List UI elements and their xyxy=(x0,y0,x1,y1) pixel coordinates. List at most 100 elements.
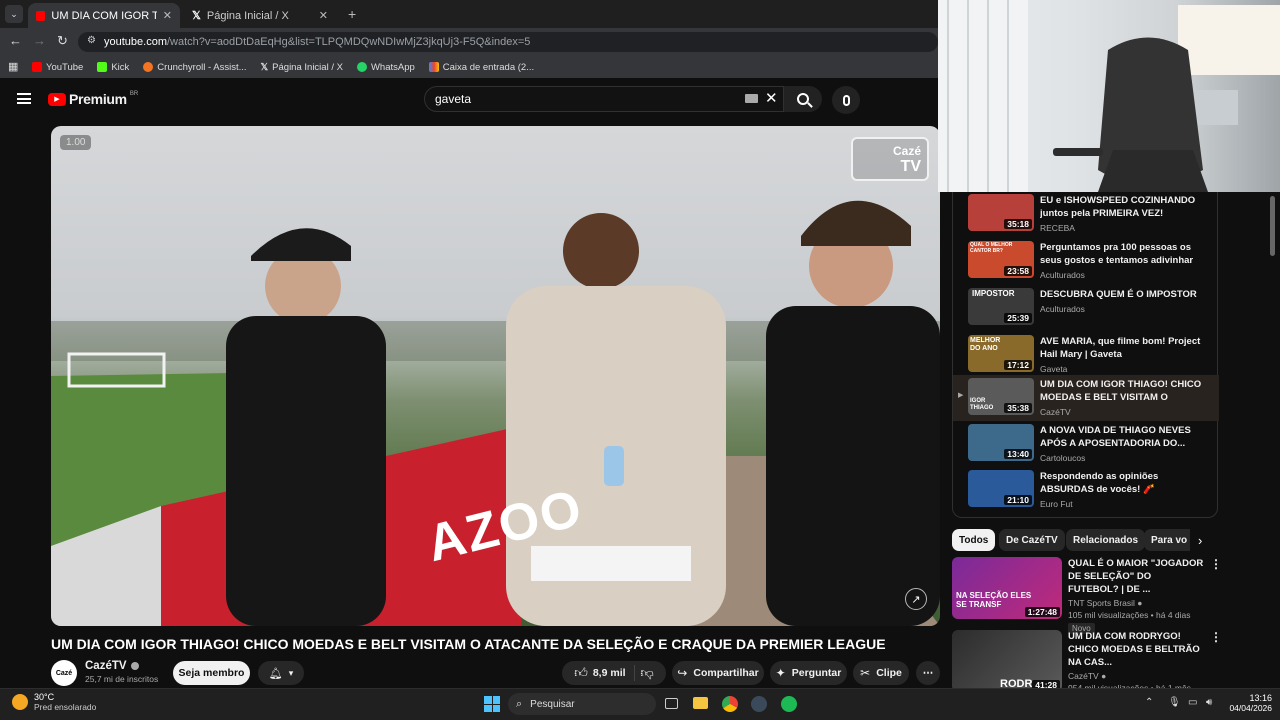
search-input[interactable]: gaveta ✕ xyxy=(424,86,784,112)
file-explorer-icon[interactable] xyxy=(693,697,708,709)
thumbnail-text: IGOR THIAGO xyxy=(970,398,994,411)
verified-icon: ● xyxy=(1137,598,1143,608)
close-tab-icon[interactable]: ✕ xyxy=(163,9,172,22)
duration-badge: 17:12 xyxy=(1004,360,1032,370)
bookmark-label: Crunchyroll - Assist... xyxy=(157,61,247,73)
bookmark-label: Página Inicial / X xyxy=(272,61,343,73)
recommendation-meta: 105 mil visualizações • há 4 dias xyxy=(1068,610,1191,620)
playlist-item[interactable]: IMPOSTOR 25:39 DESCUBRA QUEM É O IMPOSTOR… xyxy=(953,288,1219,334)
search-icon: ⌕ xyxy=(516,697,523,710)
address-bar[interactable]: ⚙ youtube.com /watch?v=aodDtDaEqHg&list=… xyxy=(78,32,938,52)
duration-badge: 23:58 xyxy=(1004,266,1032,276)
share-button[interactable]: ↪ Compartilhar xyxy=(672,661,764,685)
logo-text: Premium xyxy=(69,91,127,107)
chip-label: Relacionados xyxy=(1073,534,1139,546)
weather-text: Pred ensolarado xyxy=(34,702,97,712)
spotify-icon[interactable] xyxy=(781,696,797,712)
keyboard-icon[interactable] xyxy=(745,94,758,103)
thumbnail-text: IMPOSTOR xyxy=(972,289,1015,298)
youtube-logo[interactable]: ▶ Premium BR xyxy=(48,91,138,107)
windows-start-icon[interactable] xyxy=(484,696,500,712)
playlist-item-current[interactable]: ▶ IGOR THIAGO 35:38 UM DIA COM IGOR THIAG… xyxy=(953,375,1219,421)
bookmark-gmail[interactable]: Caixa de entrada (2... xyxy=(428,62,534,73)
expand-icon[interactable]: ↗ xyxy=(905,588,927,610)
tab-youtube[interactable]: UM DIA COM IGOR THIAGO! C ✕ xyxy=(28,3,180,28)
playlist-item[interactable]: 13:40 A NOVA VIDA DE THIAGO NEVES APÓS A… xyxy=(953,424,1219,470)
chevron-right-icon[interactable]: › xyxy=(1198,533,1202,548)
bookmark-crunchyroll[interactable]: Crunchyroll - Assist... xyxy=(143,61,247,73)
thumbs-down-icon[interactable]: 👎︎ xyxy=(641,665,654,681)
thumbnail-text: NA SELEÇÃO ELES SE TRANSF xyxy=(956,591,1032,609)
thumbnail-text: MELHOR DO ANO xyxy=(970,337,1001,352)
chrome-icon[interactable] xyxy=(722,696,738,712)
weather-widget[interactable]: 30°C Pred ensolarado xyxy=(12,692,96,712)
more-actions-button[interactable]: ⋯ xyxy=(916,661,940,685)
bookmark-youtube[interactable]: YouTube xyxy=(32,62,83,73)
menu-icon[interactable] xyxy=(17,93,31,104)
playlist-thumbnail: MELHOR DO ANO 17:12 xyxy=(968,335,1034,372)
bookmark-whatsapp[interactable]: WhatsApp xyxy=(356,62,415,73)
playlist-item[interactable]: 35:18 EU e ISHOWSPEED COZINHANDO juntos … xyxy=(953,194,1219,240)
webcam-overlay xyxy=(938,0,1280,192)
chevron-up-icon[interactable]: ⌃ xyxy=(1145,697,1153,708)
search-button[interactable] xyxy=(784,86,822,112)
forward-arrow-icon[interactable]: → xyxy=(33,33,46,48)
task-view-icon[interactable] xyxy=(665,698,678,709)
reload-icon[interactable]: ↻ xyxy=(57,33,68,49)
bookmark-kick[interactable]: Kick xyxy=(97,62,129,73)
playlist-thumbnail: 35:18 xyxy=(968,194,1034,231)
playlist-item-title: A NOVA VIDA DE THIAGO NEVES APÓS A APOSE… xyxy=(1040,425,1191,449)
recommendation-item[interactable]: NA SELEÇÃO ELES SE TRANSF 1:27:48 QUAL É… xyxy=(952,557,1222,634)
new-tab-button[interactable]: + xyxy=(348,6,356,22)
channel-name[interactable]: CazéTV xyxy=(85,660,127,672)
like-button[interactable]: 👍︎ 8,9 mil xyxy=(574,665,635,681)
playlist-item-channel: Gaveta xyxy=(1040,364,1068,374)
playlist-item-title: AVE MARIA, que filme bom! Project Hail M… xyxy=(1040,336,1201,360)
chip-related[interactable]: Relacionados xyxy=(1066,529,1146,551)
recommendation-thumbnail: NA SELEÇÃO ELES SE TRANSF 1:27:48 xyxy=(952,557,1062,619)
recommendation-thumbnail: RODR 41:28 xyxy=(952,630,1062,692)
steam-icon[interactable] xyxy=(751,696,767,712)
tab-x[interactable]: 𝕏 Página Inicial / X ✕ xyxy=(184,3,336,28)
kick-favicon-icon xyxy=(97,62,108,72)
clock[interactable]: 13:16 04/04/2026 xyxy=(1226,693,1272,713)
playlist-item[interactable]: 21:10 Respondendo as opiniões ABSURDAS d… xyxy=(953,470,1219,516)
close-tab-icon[interactable]: ✕ xyxy=(319,9,328,22)
taskbar-search[interactable]: ⌕ Pesquisar xyxy=(508,693,656,715)
playlist-thumbnail: 13:40 xyxy=(968,424,1034,461)
playlist-item[interactable]: QUAL O MELHOR CANTOR BR? 23:58 Perguntamo… xyxy=(953,241,1219,287)
playlist-thumbnail: IMPOSTOR 25:39 xyxy=(968,288,1034,325)
video-player[interactable]: AZOO Cazé TV ↗ xyxy=(51,126,940,626)
crunchyroll-favicon-icon xyxy=(143,62,154,72)
duration-badge: 35:38 xyxy=(1004,403,1032,413)
ask-button[interactable]: ✦ Perguntar xyxy=(770,661,847,685)
bookmark-x[interactable]: 𝕏 Página Inicial / X xyxy=(261,62,343,73)
more-vertical-icon[interactable]: ⋮ xyxy=(1210,557,1222,625)
clock-time: 13:16 xyxy=(1249,693,1272,703)
clear-search-icon[interactable]: ✕ xyxy=(765,89,778,107)
page-scrollbar[interactable] xyxy=(1270,196,1275,256)
tab-list-button[interactable]: ⌄ xyxy=(5,5,23,23)
channel-avatar[interactable]: Cazé xyxy=(51,660,77,686)
clock-date: 04/04/2026 xyxy=(1229,703,1272,713)
duration-badge: 35:18 xyxy=(1004,219,1032,229)
back-arrow-icon[interactable]: ← xyxy=(9,33,22,48)
chevron-down-icon: ⌄ xyxy=(10,8,18,19)
site-info-icon[interactable]: ⚙ xyxy=(87,35,96,46)
recommendation-title: QUAL É O MAIOR "JOGADOR DE SELEÇÃO" DO F… xyxy=(1068,558,1204,595)
join-button[interactable]: Seja membro xyxy=(173,661,250,685)
avatar-text: Cazé xyxy=(55,669,73,677)
volume-icon[interactable]: 🔊︎ xyxy=(1206,697,1212,708)
notifications-button[interactable]: 🔔︎ ▾ xyxy=(258,661,304,685)
watermark-line: Cazé xyxy=(892,144,921,158)
microphone-icon[interactable]: 🎙︎ xyxy=(1168,697,1181,708)
chip-all[interactable]: Todos xyxy=(952,529,996,551)
network-icon[interactable]: ▭ xyxy=(1188,697,1197,708)
chip-from-channel[interactable]: De CazéTV xyxy=(999,529,1065,551)
voice-search-button[interactable] xyxy=(832,86,860,114)
chip-for-you[interactable]: Para vo xyxy=(1144,529,1190,551)
playlist-item-title: UM DIA COM IGOR THIAGO! CHICO MOEDAS E B… xyxy=(1040,379,1202,403)
clip-button[interactable]: ✂ Clipe xyxy=(853,661,909,685)
apps-grid-icon[interactable]: ▦ xyxy=(8,60,18,73)
duration-badge: 21:10 xyxy=(1004,495,1032,505)
